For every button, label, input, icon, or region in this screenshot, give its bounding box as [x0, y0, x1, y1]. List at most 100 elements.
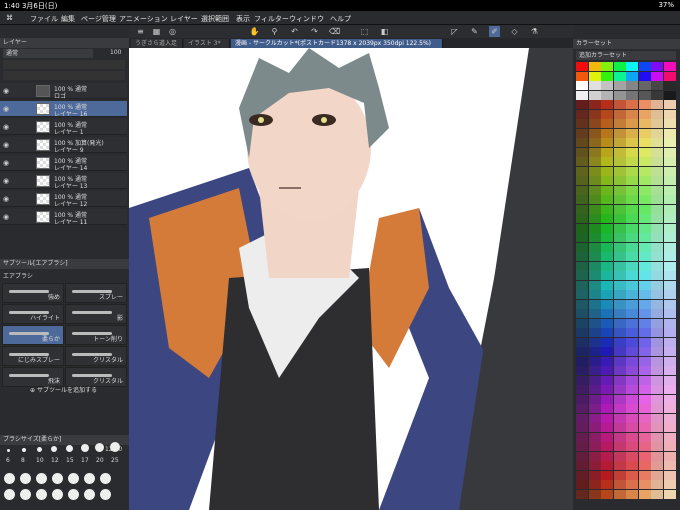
color-swatch[interactable]	[626, 90, 638, 100]
size-label[interactable]: 25	[111, 457, 119, 464]
color-swatch[interactable]	[613, 337, 626, 347]
color-swatch[interactable]	[651, 233, 663, 242]
size-dot[interactable]	[100, 489, 111, 500]
color-swatch[interactable]	[663, 128, 676, 138]
color-swatch[interactable]	[576, 461, 588, 470]
color-swatch[interactable]	[601, 413, 613, 423]
layer-row[interactable]: ◉ 100 % 通常 レイヤー 16	[0, 101, 127, 118]
color-swatch[interactable]	[576, 375, 588, 385]
color-swatch[interactable]	[638, 109, 651, 119]
color-swatch[interactable]	[588, 157, 601, 166]
color-set-select[interactable]: 追加カラーセット	[576, 51, 676, 60]
color-swatch[interactable]	[638, 375, 651, 385]
color-swatch[interactable]	[651, 90, 663, 100]
color-swatch[interactable]	[651, 147, 663, 157]
color-swatch[interactable]	[626, 223, 638, 233]
menu-selection[interactable]: 選択範囲	[201, 14, 229, 24]
menu-page[interactable]: ページ管理	[81, 14, 116, 24]
color-swatch[interactable]	[626, 166, 638, 176]
color-swatch[interactable]	[576, 489, 588, 499]
transform-icon[interactable]: ⬚	[359, 26, 370, 37]
color-swatch[interactable]	[638, 147, 651, 157]
color-swatch[interactable]	[588, 366, 601, 375]
layer-row[interactable]: ◉ 100 % 通常 レイヤー 12	[0, 191, 127, 208]
color-swatch[interactable]	[601, 157, 613, 166]
zoom-icon[interactable]: ⚲	[269, 26, 280, 37]
brush-item[interactable]: 強め	[2, 283, 64, 303]
color-swatch[interactable]	[613, 166, 626, 176]
layer-row[interactable]: ◉ 100 % 通常 レイヤー 13	[0, 173, 127, 190]
color-swatch[interactable]	[638, 166, 651, 176]
artwork-canvas[interactable]	[129, 48, 573, 510]
color-swatch[interactable]	[663, 100, 676, 109]
color-swatch[interactable]	[638, 119, 651, 128]
color-swatch[interactable]	[638, 489, 651, 499]
color-swatch[interactable]	[601, 252, 613, 261]
color-swatch[interactable]	[626, 62, 638, 71]
color-swatch[interactable]	[601, 223, 613, 233]
color-swatch[interactable]	[651, 394, 663, 404]
menu-filter[interactable]: フィルター	[254, 14, 289, 24]
color-swatch[interactable]	[638, 128, 651, 138]
color-swatch[interactable]	[601, 299, 613, 309]
layer-row[interactable]: ◉ 100 % 通常 ロゴ	[0, 83, 127, 100]
color-swatch[interactable]	[601, 280, 613, 290]
color-swatch[interactable]	[651, 223, 663, 233]
color-swatch[interactable]	[601, 271, 613, 280]
size-dot[interactable]	[37, 447, 42, 452]
color-swatch[interactable]	[601, 337, 613, 347]
size-label[interactable]: 12	[51, 457, 59, 464]
color-swatch[interactable]	[651, 252, 663, 261]
color-swatch[interactable]	[626, 119, 638, 128]
color-swatch[interactable]	[576, 90, 588, 100]
size-dot[interactable]	[84, 489, 95, 500]
color-swatch[interactable]	[613, 109, 626, 119]
color-swatch[interactable]	[588, 271, 601, 280]
color-swatch[interactable]	[638, 328, 651, 337]
color-swatch[interactable]	[663, 204, 676, 214]
color-swatch[interactable]	[638, 299, 651, 309]
color-swatch[interactable]	[663, 223, 676, 233]
color-swatch[interactable]	[588, 128, 601, 138]
color-swatch[interactable]	[651, 280, 663, 290]
color-swatch[interactable]	[601, 451, 613, 461]
size-dot[interactable]	[52, 473, 63, 484]
color-swatch[interactable]	[588, 309, 601, 318]
color-swatch[interactable]	[613, 242, 626, 252]
brush-item[interactable]: ハイライト	[2, 304, 64, 324]
color-swatch[interactable]	[588, 176, 601, 185]
color-swatch[interactable]	[588, 62, 601, 71]
color-swatch[interactable]	[576, 423, 588, 432]
color-swatch[interactable]	[651, 375, 663, 385]
color-swatch[interactable]	[601, 214, 613, 223]
size-label[interactable]: 8	[21, 457, 25, 464]
color-swatch[interactable]	[613, 204, 626, 214]
color-swatch[interactable]	[626, 195, 638, 204]
color-swatch[interactable]	[663, 442, 676, 451]
color-swatch[interactable]	[663, 461, 676, 470]
color-swatch[interactable]	[651, 204, 663, 214]
color-swatch[interactable]	[576, 404, 588, 413]
size-dot[interactable]	[36, 489, 47, 500]
color-swatch[interactable]	[613, 157, 626, 166]
color-swatch[interactable]	[576, 204, 588, 214]
grid-icon[interactable]: ▦	[151, 26, 162, 37]
color-swatch[interactable]	[663, 214, 676, 223]
color-swatch[interactable]	[651, 214, 663, 223]
color-swatch[interactable]	[651, 404, 663, 413]
color-swatch[interactable]	[663, 242, 676, 252]
color-swatch[interactable]	[576, 432, 588, 442]
color-swatch[interactable]	[638, 176, 651, 185]
color-swatch[interactable]	[626, 318, 638, 328]
size-dot[interactable]	[7, 449, 10, 452]
color-swatch[interactable]	[601, 423, 613, 432]
color-swatch[interactable]	[651, 138, 663, 147]
brush-item[interactable]: 柔らか	[2, 325, 64, 345]
color-swatch[interactable]	[626, 375, 638, 385]
color-swatch[interactable]	[613, 119, 626, 128]
color-swatch[interactable]	[576, 451, 588, 461]
size-dot[interactable]	[100, 473, 111, 484]
color-swatch[interactable]	[638, 100, 651, 109]
color-swatch[interactable]	[663, 337, 676, 347]
color-swatch[interactable]	[601, 470, 613, 480]
